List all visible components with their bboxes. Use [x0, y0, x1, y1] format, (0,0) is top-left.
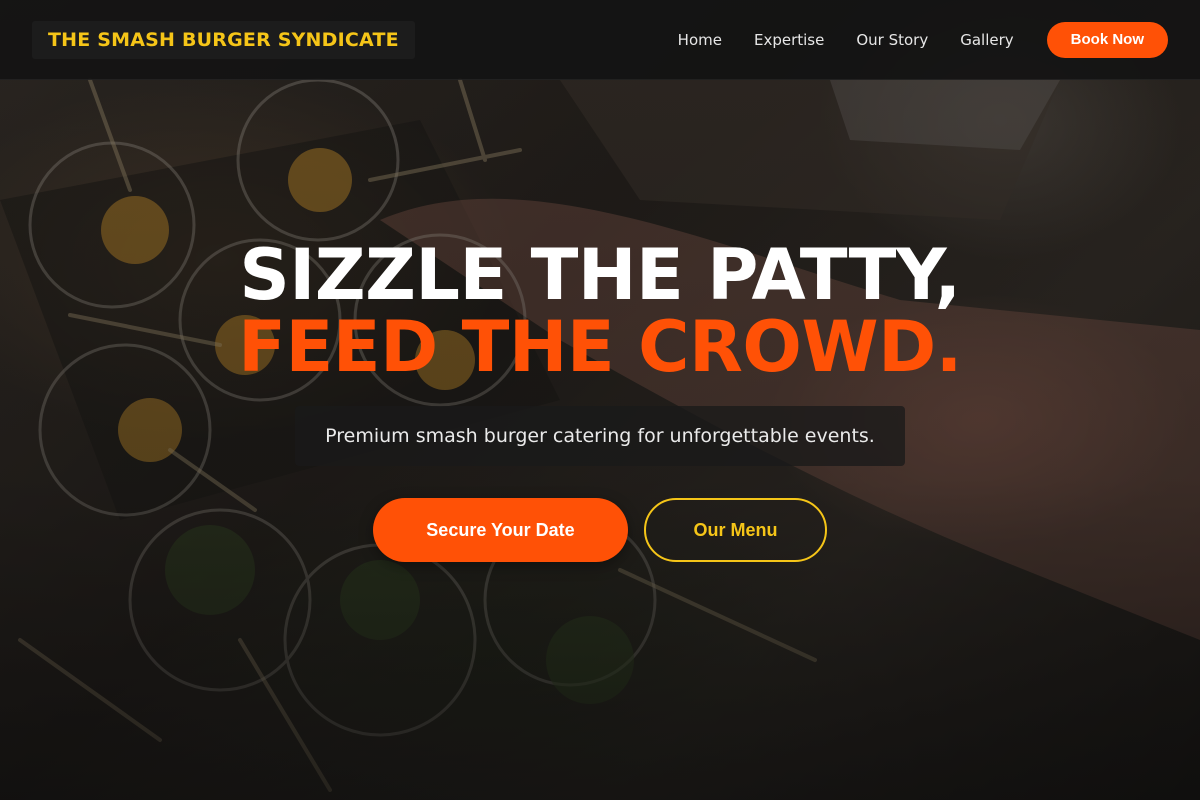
hero-section: SIZZLE THE PATTY, FEED THE CROWD. Premiu…	[0, 0, 1200, 800]
secure-your-date-button[interactable]: Secure Your Date	[373, 498, 628, 562]
book-now-button[interactable]: Book Now	[1046, 21, 1168, 58]
nav-link-expertise[interactable]: Expertise	[754, 31, 824, 49]
top-navbar: THE SMASH BURGER SYNDICATE Home Expertis…	[0, 0, 1200, 80]
nav-links: Home Expertise Our Story Gallery Book No…	[678, 21, 1168, 58]
hero-headline-line1: SIZZLE THE PATTY,	[239, 234, 961, 316]
our-menu-button[interactable]: Our Menu	[644, 498, 827, 562]
brand-logo[interactable]: THE SMASH BURGER SYNDICATE	[32, 20, 415, 59]
nav-link-our-story[interactable]: Our Story	[856, 31, 928, 49]
nav-link-gallery[interactable]: Gallery	[960, 31, 1013, 49]
hero-headline-line2: FEED THE CROWD.	[238, 306, 962, 388]
nav-link-home[interactable]: Home	[678, 31, 722, 49]
hero-tagline: Premium smash burger catering for unforg…	[295, 406, 905, 466]
